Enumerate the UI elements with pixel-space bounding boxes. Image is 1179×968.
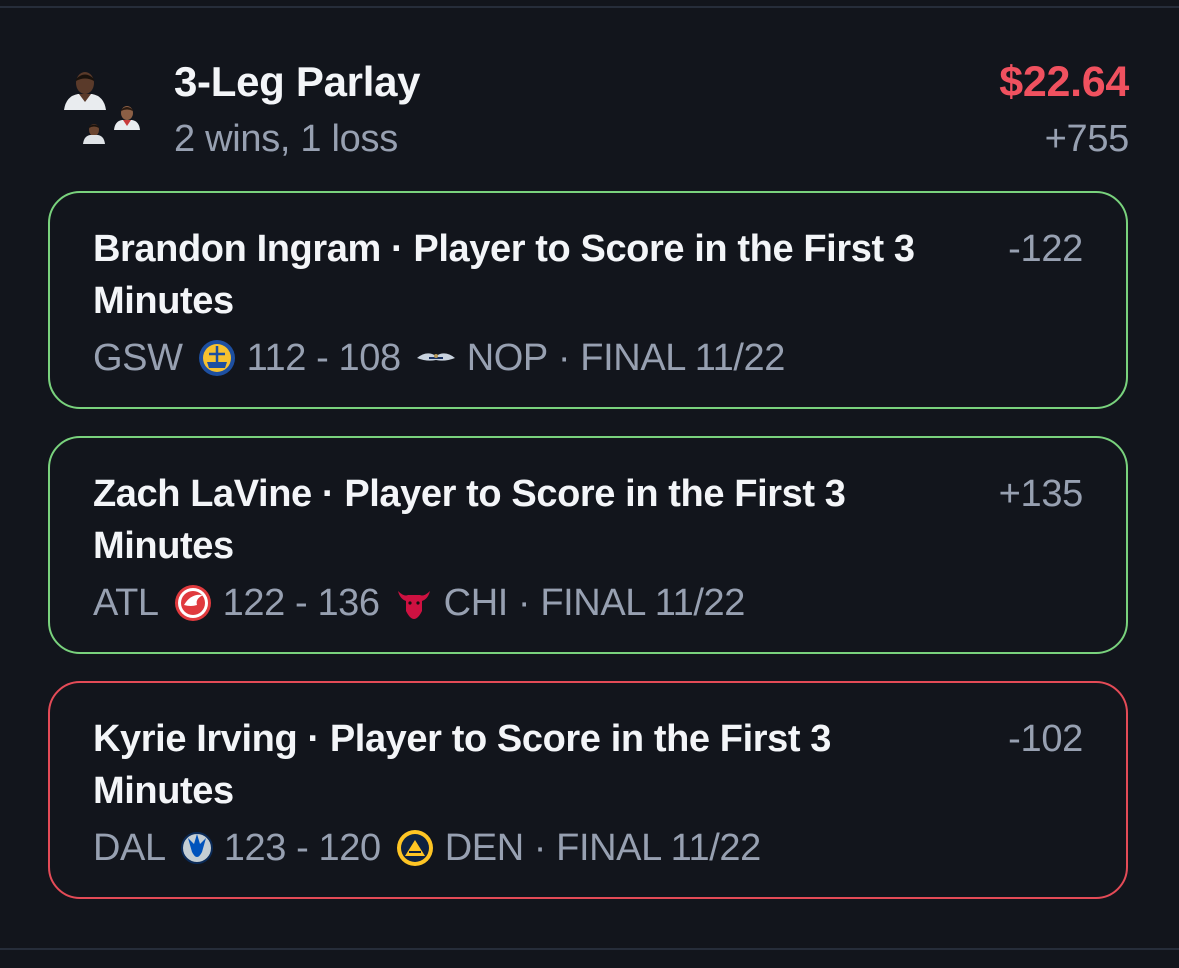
leg-odds: -122 [1008,228,1083,270]
player-headshot-lavine [112,104,142,130]
nuggets-logo-icon [395,828,435,868]
parlay-card: 3-Leg Parlay 2 wins, 1 loss $22.64 +755 … [0,0,1179,968]
leg-odds: +135 [998,473,1084,515]
warriors-logo-icon [197,338,237,378]
away-team: DAL [93,827,166,869]
player-headshot-ingram [62,70,108,110]
game-result: ATL 122 - 136 CHI · FINAL 11/22 [93,578,745,628]
game-final-date: · FINAL 11/22 [517,582,746,624]
player-headshot-irving [82,122,106,144]
game-score: 122 - 136 [222,582,380,624]
home-team: NOP [466,337,549,379]
game-final-date: · FINAL 11/22 [533,827,762,869]
bulls-logo-icon [394,583,434,623]
game-result: GSW 112 - 108 NOP · FINAL 11/22 [93,333,785,383]
bottom-divider [0,948,1179,950]
hawks-logo-icon [173,583,213,623]
parlay-leg-won[interactable]: Zach LaVine · Player to Score in the Fir… [48,436,1128,654]
player-avatars [58,70,148,150]
mavericks-logo-icon [180,828,214,868]
top-divider [0,6,1179,8]
game-score: 123 - 120 [223,827,381,869]
parlay-leg-won[interactable]: Brandon Ingram · Player to Score in the … [48,191,1128,409]
parlay-payout: $22.64 [999,58,1129,106]
parlay-record: 2 wins, 1 loss [174,118,398,160]
leg-odds: -102 [1008,718,1083,760]
leg-title: Zach LaVine · Player to Score in the Fir… [93,473,846,567]
leg-title: Brandon Ingram · Player to Score in the … [93,228,915,322]
pelicans-logo-icon [415,338,457,378]
parlay-title: 3-Leg Parlay [174,58,421,105]
game-result: DAL 123 - 120 DEN · FINAL 11/22 [93,823,761,873]
game-final-date: · FINAL 11/22 [557,337,786,379]
away-team: GSW [93,337,183,379]
home-team: DEN [444,827,524,869]
game-score: 112 - 108 [246,337,402,379]
parlay-odds: +755 [1044,118,1130,160]
home-team: CHI [443,582,509,624]
parlay-leg-lost[interactable]: Kyrie Irving · Player to Score in the Fi… [48,681,1128,899]
away-team: ATL [93,582,159,624]
leg-title: Kyrie Irving · Player to Score in the Fi… [93,718,832,812]
